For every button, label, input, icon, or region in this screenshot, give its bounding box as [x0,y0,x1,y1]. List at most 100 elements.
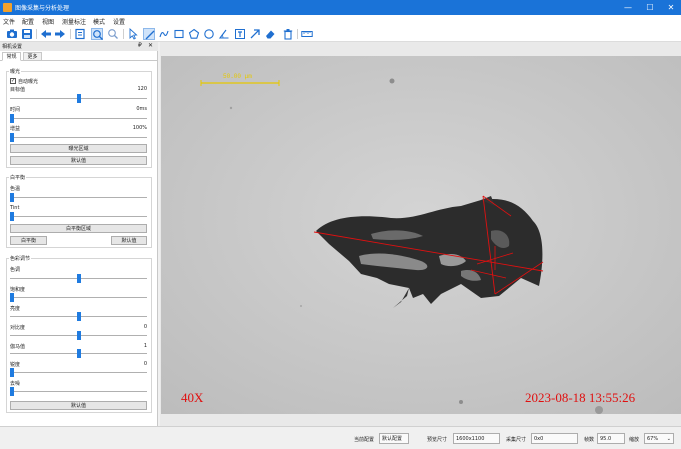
sharpness-slider[interactable] [10,372,147,373]
delete-icon[interactable] [282,28,294,40]
maximize-button[interactable]: ☐ [644,2,656,13]
white-balance-group-title: 白平衡 [9,174,27,181]
menu-mode[interactable]: 模式 [93,17,105,26]
tint-slider-thumb[interactable] [10,212,14,221]
fps-value: 95.0 [597,433,625,444]
gain-slider[interactable] [10,137,147,138]
dust-speck [300,305,302,307]
timestamp-label: 2023-08-18 13:55:26 [525,390,636,405]
tint-label: Tint [10,205,20,211]
saturation-slider[interactable] [10,297,147,298]
brightness-slider-thumb[interactable] [76,312,81,321]
temperature-slider-thumb[interactable] [10,193,14,202]
config-value: 默认配置 [379,433,409,444]
camera-icon[interactable] [6,28,18,40]
zoom-out-icon[interactable] [107,28,119,40]
pin-icon[interactable]: ₽ [138,42,142,49]
capture-label: 采集尺寸 [506,437,527,443]
circle-icon[interactable] [203,28,215,40]
tint-slider[interactable] [10,216,147,217]
menu-file[interactable]: 文件 [3,17,15,26]
preview-value: 1600x1100 [453,433,500,444]
exposure-group-title: 曝光 [9,68,22,75]
title-bar: 图像采集与分析处理 — ☐ ✕ [0,0,681,15]
arrow-right-icon[interactable] [54,28,66,40]
specimen-canvas: 50.00 μm 40X 2023-08-18 13:55:26 [161,56,681,414]
target-label: 目标值 [10,87,26,93]
menu-measure[interactable]: 测量标注 [62,17,86,26]
menu-view[interactable]: 视图 [42,17,54,26]
gamma-slider-thumb[interactable] [76,349,81,358]
contrast-value: 0 [143,324,147,330]
time-value: 0ms [136,106,147,112]
app-icon [3,3,12,12]
temperature-label: 色温 [10,186,21,192]
arrow-icon[interactable] [249,28,261,40]
dust-speck [229,106,233,110]
menu-config[interactable]: 配置 [22,17,34,26]
ruler-icon[interactable] [301,28,313,40]
hue-slider-thumb[interactable] [76,274,81,283]
minimize-button[interactable]: — [622,2,634,13]
angle-icon[interactable] [218,28,230,40]
text-icon[interactable] [234,28,246,40]
gain-slider-thumb[interactable] [10,133,14,142]
close-button[interactable]: ✕ [665,2,677,13]
pointer-icon[interactable] [127,28,139,40]
contrast-label: 对比度 [10,325,26,331]
gain-label: 增益 [10,126,21,132]
arrow-left-icon[interactable] [40,28,52,40]
panel-close-icon[interactable]: ✕ [148,42,153,49]
auto-exposure-checkbox[interactable]: ✓ [10,78,16,84]
brightness-label: 亮度 [10,306,21,312]
denoise-label: 去噪 [10,381,21,387]
toolbar-separator [297,29,298,39]
white-balance-button[interactable]: 白平衡 [10,236,47,245]
eraser-icon[interactable] [264,28,276,40]
exposure-region-button[interactable]: 曝光区域 [10,144,147,153]
saturation-slider-thumb[interactable] [10,293,14,302]
chevron-down-icon: ⌄ [666,436,671,442]
exposure-default-button[interactable]: 默认值 [10,156,147,165]
sharpness-slider-thumb[interactable] [10,368,14,377]
fit-icon[interactable] [74,28,86,40]
white-balance-default-button[interactable]: 默认值 [111,236,147,245]
dust-speck [389,78,395,84]
capture-value: 0x0 [531,433,578,444]
tab-general[interactable]: 常规 [2,52,21,61]
dust-speck [459,400,463,404]
scale-label: 50.00 μm [223,73,252,80]
gamma-value: 1 [143,343,147,349]
denoise-slider[interactable] [10,391,147,392]
color-adjust-group-title: 色彩调节 [9,255,32,262]
denoise-slider-thumb[interactable] [10,387,14,396]
auto-exposure-label: 自动曝光 [18,79,39,85]
target-slider-thumb[interactable] [76,94,81,103]
panel-header: 相机设置 ₽ ✕ [0,42,158,51]
tab-more[interactable]: 更多 [23,52,42,61]
save-icon[interactable] [21,28,33,40]
zoom-in-icon[interactable] [91,28,103,40]
polygon-icon[interactable] [188,28,200,40]
rectangle-icon[interactable] [173,28,185,40]
microscope-image[interactable]: 50.00 μm 40X 2023-08-18 13:55:26 [161,56,681,414]
zoom-select[interactable]: 67% ⌄ [644,433,674,444]
window-title: 图像采集与分析处理 [15,5,70,12]
temperature-slider[interactable] [10,197,147,198]
time-slider[interactable] [10,118,147,119]
white-balance-region-button[interactable]: 白平衡区域 [10,224,147,233]
contrast-slider-thumb[interactable] [76,331,81,340]
time-slider-thumb[interactable] [10,114,14,123]
config-label: 当前配置 [354,437,375,443]
fps-label: 帧数 [584,437,595,443]
color-default-button[interactable]: 默认值 [10,401,147,410]
toolbar-separator [123,29,124,39]
magnification-label: 40X [181,390,204,405]
camera-settings-panel: 相机设置 ₽ ✕ 常规 更多 曝光 ✓ 自动曝光 目标值 120 时间 0ms … [0,42,158,426]
curve-icon[interactable] [158,28,170,40]
zoom-value: 67% [647,436,659,442]
menu-settings[interactable]: 设置 [113,17,125,26]
status-bar: 当前配置 默认配置 预览尺寸 1600x1100 采集尺寸 0x0 帧数 95.… [0,426,681,449]
hue-label: 色调 [10,267,21,273]
line-icon[interactable] [143,28,155,40]
